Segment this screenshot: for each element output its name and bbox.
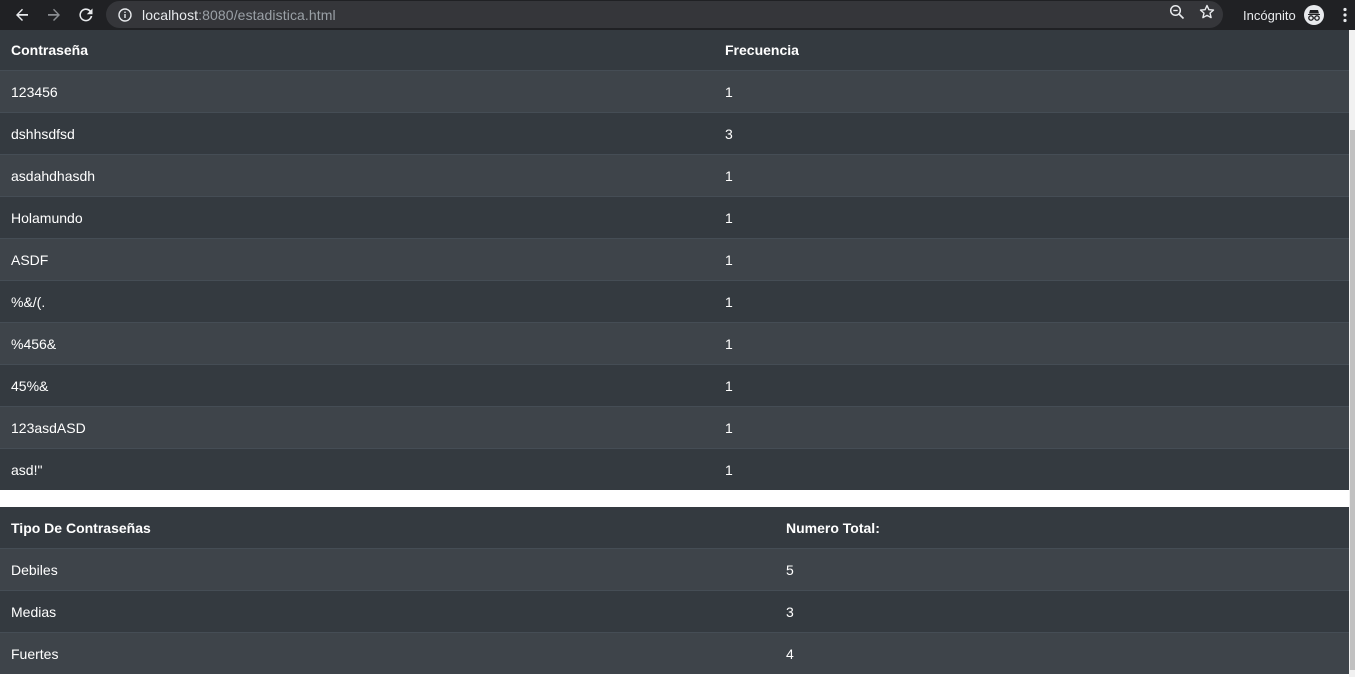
password-type-cell: Medias xyxy=(0,590,775,633)
url-text[interactable]: localhost:8080/estadistica.html xyxy=(142,7,336,23)
password-cell: ASDF xyxy=(0,238,714,281)
password-frequency-table: Contraseña Frecuencia 123456 1 dshhsdfsd 3… xyxy=(0,30,1349,490)
password-cell: dshhsdfsd xyxy=(0,112,714,155)
frequency-cell: 1 xyxy=(714,196,1349,239)
password-cell: Holamundo xyxy=(0,196,714,239)
frequency-cell: 3 xyxy=(714,112,1349,155)
arrow-right-icon xyxy=(48,8,60,21)
url-path: :8080/estadistica.html xyxy=(198,6,336,23)
browser-toolbar: localhost:8080/estadistica.html Incógnit… xyxy=(0,0,1355,30)
table-header-row: Tipo De Contraseñas Numero Total: xyxy=(0,507,1349,549)
column-header-total: Numero Total: xyxy=(786,519,880,536)
password-type-summary-table: Tipo De Contraseñas Numero Total: Debile… xyxy=(0,507,1349,674)
bookmark-star-icon[interactable] xyxy=(1199,4,1215,25)
column-header-password-type: Tipo De Contraseñas xyxy=(11,519,151,536)
total-cell: 4 xyxy=(775,632,1349,674)
password-cell: %456& xyxy=(0,322,714,365)
password-cell: %&/(. xyxy=(0,280,714,323)
column-header-password: Contraseña xyxy=(11,42,89,58)
profile-label: Incógnito xyxy=(1243,7,1296,23)
reload-button[interactable] xyxy=(70,0,102,30)
info-icon[interactable] xyxy=(118,7,132,22)
table-row: Debiles 5 xyxy=(0,548,1349,591)
frequency-cell: 1 xyxy=(714,406,1349,449)
password-cell: 123456 xyxy=(0,70,714,113)
table-row: 123456 1 xyxy=(0,70,1349,113)
table-row: %456& 1 xyxy=(0,322,1349,365)
page-content: Contraseña Frecuencia 123456 1 dshhsdfsd 3… xyxy=(0,30,1349,677)
table-row: Holamundo 1 xyxy=(0,196,1349,239)
password-cell: 123asdASD xyxy=(0,406,714,449)
password-type-cell: Debiles xyxy=(0,548,775,591)
frequency-cell: 1 xyxy=(714,280,1349,323)
forward-button[interactable] xyxy=(38,0,70,30)
column-header-frequency: Frecuencia xyxy=(725,42,799,58)
table-row: Fuertes 4 xyxy=(0,632,1349,674)
table-row: dshhsdfsd 3 xyxy=(0,112,1349,155)
table-row: %&/(. 1 xyxy=(0,280,1349,323)
frequency-cell: 1 xyxy=(714,448,1349,490)
password-type-cell: Fuertes xyxy=(0,632,775,674)
frequency-cell: 1 xyxy=(714,238,1349,281)
total-cell: 3 xyxy=(775,590,1349,633)
arrow-left-icon xyxy=(16,8,28,21)
table-row: 45%& 1 xyxy=(0,364,1349,407)
password-cell: asd!" xyxy=(0,448,714,490)
address-bar[interactable]: localhost:8080/estadistica.html xyxy=(106,1,1223,28)
back-button[interactable] xyxy=(6,0,38,30)
scrollbar-thumb[interactable] xyxy=(1350,130,1355,670)
more-menu-button[interactable] xyxy=(1338,0,1352,30)
table-row: 123asdASD 1 xyxy=(0,406,1349,449)
password-cell: asdahdhasdh xyxy=(0,154,714,197)
table-row: Medias 3 xyxy=(0,590,1349,633)
table-row: asd!" 1 xyxy=(0,448,1349,490)
frequency-cell: 1 xyxy=(714,70,1349,113)
frequency-cell: 1 xyxy=(714,322,1349,365)
frequency-cell: 1 xyxy=(714,154,1349,197)
incognito-icon xyxy=(1303,5,1324,25)
table-row: asdahdhasdh 1 xyxy=(0,154,1349,197)
vertical-scrollbar[interactable] xyxy=(1349,30,1355,677)
reload-icon xyxy=(79,8,93,22)
url-host: localhost xyxy=(142,6,199,23)
profile-button[interactable]: Incógnito xyxy=(1235,0,1324,30)
zoom-icon[interactable] xyxy=(1169,4,1185,25)
frequency-cell: 1 xyxy=(714,364,1349,407)
table-row: ASDF 1 xyxy=(0,238,1349,281)
kebab-menu-icon xyxy=(1343,7,1347,23)
password-cell: 45%& xyxy=(0,364,714,407)
total-cell: 5 xyxy=(775,548,1349,591)
table-header-row: Contraseña Frecuencia xyxy=(0,30,1349,71)
